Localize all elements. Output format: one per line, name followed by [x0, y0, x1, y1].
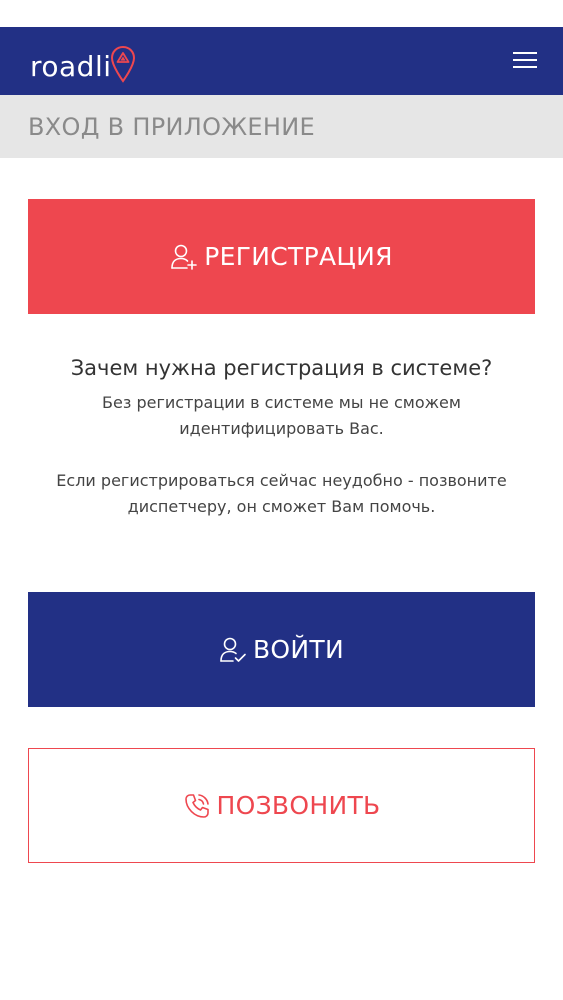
status-bar: [0, 0, 563, 27]
hamburger-menu-icon: [513, 52, 537, 68]
page-title: ВХОД В ПРИЛОЖЕНИЕ: [28, 113, 315, 141]
info-paragraph-1-line-2: идентифицировать Вас.: [179, 419, 384, 438]
info-paragraph-1: Без регистрации в системе мы не сможем и…: [0, 390, 563, 442]
logo-text: roadli: [30, 50, 112, 83]
menu-button[interactable]: [513, 50, 537, 70]
registration-info: Зачем нужна регистрация в системе? Без р…: [0, 352, 563, 520]
info-paragraph-2-line-2: диспетчеру, он сможет Вам помочь.: [127, 497, 436, 516]
user-add-icon: [171, 244, 198, 270]
phone-call-icon: [184, 793, 209, 818]
page-title-bar: ВХОД В ПРИЛОЖЕНИЕ: [0, 95, 563, 158]
register-button-label: РЕГИСТРАЦИЯ: [204, 242, 393, 271]
login-button[interactable]: ВОЙТИ: [28, 592, 535, 707]
roadli-logo[interactable]: roadli: [30, 37, 136, 85]
app-header: roadli: [0, 27, 563, 95]
call-button[interactable]: ПОЗВОНИТЬ: [28, 748, 535, 863]
login-button-label: ВОЙТИ: [252, 635, 344, 664]
call-button-label: ПОЗВОНИТЬ: [216, 791, 381, 820]
info-paragraph-1-line-1: Без регистрации в системе мы не сможем: [102, 393, 461, 412]
info-heading: Зачем нужна регистрация в системе?: [70, 356, 493, 380]
register-button[interactable]: РЕГИСТРАЦИЯ: [28, 199, 535, 314]
location-pin-icon: [110, 45, 135, 83]
info-paragraph-2: Если регистрироваться сейчас неудобно - …: [0, 468, 563, 520]
info-paragraph-2-line-1: Если регистрироваться сейчас неудобно - …: [56, 471, 507, 490]
user-check-icon: [220, 637, 246, 662]
